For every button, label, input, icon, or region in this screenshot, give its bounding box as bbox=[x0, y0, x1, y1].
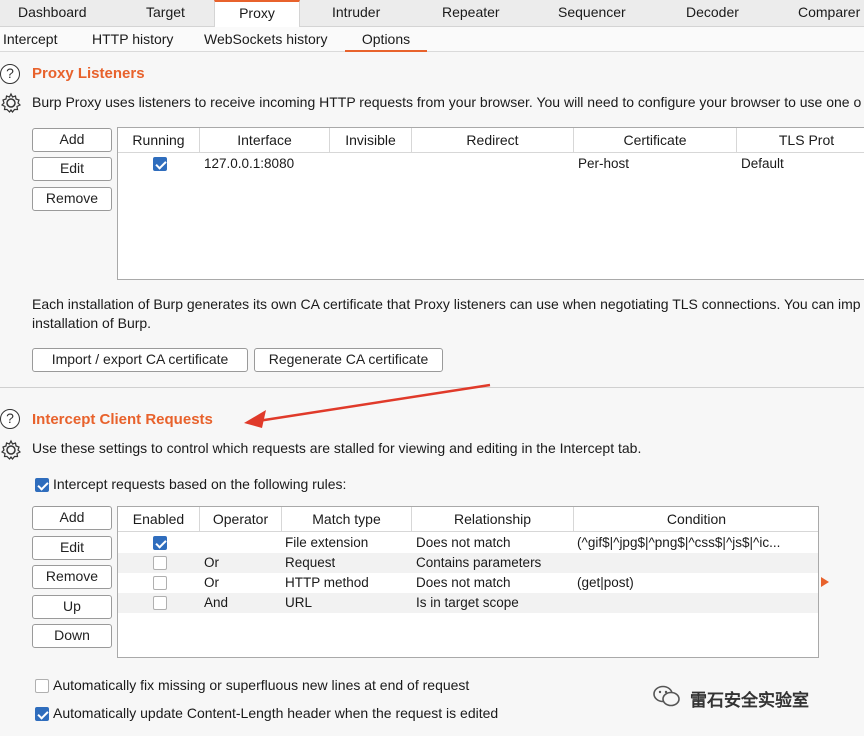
proxy-subtab-bar: Intercept HTTP history WebSockets histor… bbox=[0, 27, 864, 52]
rule-condition bbox=[577, 553, 817, 573]
column-header-interface[interactable]: Interface bbox=[200, 128, 330, 153]
tab-repeater[interactable]: Repeater bbox=[442, 0, 500, 27]
rule-enabled-checkbox[interactable] bbox=[153, 536, 167, 550]
listener-tls-protocols: Default bbox=[741, 156, 784, 171]
rule-relationship: Is in target scope bbox=[416, 595, 519, 610]
table-row[interactable]: 127.0.0.1:8080 Per-host Default bbox=[118, 154, 864, 175]
help-icon[interactable]: ? bbox=[0, 409, 20, 429]
rule-condition bbox=[577, 593, 817, 613]
intercept-rules-label: Intercept requests based on the followin… bbox=[53, 476, 347, 492]
proxy-listeners-title: Proxy Listeners bbox=[32, 65, 145, 82]
rule-operator: And bbox=[204, 595, 229, 610]
fix-newlines-checkbox[interactable] bbox=[35, 679, 49, 693]
intercept-rules-table[interactable]: Enabled Operator Match type Relationship… bbox=[117, 506, 819, 658]
rule-match-type: URL bbox=[285, 595, 313, 610]
rule-up-button[interactable]: Up bbox=[32, 595, 112, 619]
rule-down-button[interactable]: Down bbox=[32, 624, 112, 648]
column-header-invisible[interactable]: Invisible bbox=[330, 128, 412, 153]
rule-remove-button[interactable]: Remove bbox=[32, 565, 112, 589]
intercept-description: Use these settings to control which requ… bbox=[32, 440, 642, 456]
column-header-condition[interactable]: Condition bbox=[574, 507, 818, 532]
table-row[interactable]: And URL Is in target scope bbox=[118, 593, 818, 613]
listener-add-button[interactable]: Add bbox=[32, 128, 112, 152]
listener-remove-button[interactable]: Remove bbox=[32, 187, 112, 211]
subtab-intercept[interactable]: Intercept bbox=[3, 27, 57, 52]
rule-match-type: HTTP method bbox=[285, 575, 369, 590]
rule-enabled-checkbox[interactable] bbox=[153, 596, 167, 610]
fix-newlines-label: Automatically fix missing or superfluous… bbox=[53, 677, 470, 693]
watermark-text: 雷石安全实验室 bbox=[690, 691, 809, 711]
rule-relationship: Does not match bbox=[416, 575, 511, 590]
table-row[interactable]: Or HTTP method Does not match (get|post) bbox=[118, 573, 818, 593]
listeners-table[interactable]: Running Interface Invisible Redirect Cer… bbox=[117, 127, 864, 280]
rule-enabled-checkbox[interactable] bbox=[153, 576, 167, 590]
intercept-client-requests-title: Intercept Client Requests bbox=[32, 411, 213, 428]
rule-relationship: Contains parameters bbox=[416, 555, 542, 570]
settings-gear-icon[interactable] bbox=[0, 92, 22, 114]
tab-dashboard[interactable]: Dashboard bbox=[18, 0, 87, 27]
ca-certificate-text-continued: installation of Burp. bbox=[32, 315, 152, 331]
column-header-enabled[interactable]: Enabled bbox=[118, 507, 200, 532]
listener-certificate: Per-host bbox=[578, 156, 630, 171]
column-header-tls-protocols[interactable]: TLS Prot bbox=[737, 128, 864, 153]
table-row[interactable]: Or Request Contains parameters bbox=[118, 553, 818, 573]
running-checkbox[interactable] bbox=[153, 157, 167, 171]
tab-proxy[interactable]: Proxy bbox=[214, 0, 300, 28]
rule-add-button[interactable]: Add bbox=[32, 506, 112, 530]
listener-edit-button[interactable]: Edit bbox=[32, 157, 112, 181]
help-icon[interactable]: ? bbox=[0, 64, 20, 84]
settings-gear-icon[interactable] bbox=[0, 439, 22, 461]
column-header-match-type[interactable]: Match type bbox=[282, 507, 412, 532]
import-export-ca-button[interactable]: Import / export CA certificate bbox=[32, 348, 248, 372]
column-header-redirect[interactable]: Redirect bbox=[412, 128, 574, 153]
subtab-websockets-history[interactable]: WebSockets history bbox=[204, 27, 327, 52]
rule-enabled-checkbox[interactable] bbox=[153, 556, 167, 570]
tab-intruder[interactable]: Intruder bbox=[332, 0, 380, 27]
ca-certificate-text: Each installation of Burp generates its … bbox=[32, 296, 861, 312]
main-tab-bar: Dashboard Target Proxy Intruder Repeater… bbox=[0, 0, 864, 28]
update-content-length-label: Automatically update Content-Length head… bbox=[53, 705, 499, 721]
rule-relationship: Does not match bbox=[416, 535, 511, 550]
column-header-relationship[interactable]: Relationship bbox=[412, 507, 574, 532]
tab-decoder[interactable]: Decoder bbox=[686, 0, 739, 27]
listener-interface: 127.0.0.1:8080 bbox=[204, 156, 295, 171]
tab-target[interactable]: Target bbox=[146, 0, 185, 27]
wechat-logo-icon bbox=[653, 685, 680, 707]
subtab-options[interactable]: Options bbox=[345, 27, 427, 52]
rule-operator: Or bbox=[204, 575, 219, 590]
rule-condition: (get|post) bbox=[577, 575, 634, 590]
rule-match-type: File extension bbox=[285, 535, 369, 550]
expand-arrow-icon[interactable] bbox=[820, 576, 830, 588]
tab-sequencer[interactable]: Sequencer bbox=[558, 0, 626, 27]
subtab-http-history[interactable]: HTTP history bbox=[92, 27, 173, 52]
regenerate-ca-button[interactable]: Regenerate CA certificate bbox=[254, 348, 443, 372]
rule-condition: (^gif$|^jpg$|^png$|^css$|^js$|^ic... bbox=[577, 535, 781, 550]
column-header-running[interactable]: Running bbox=[118, 128, 200, 153]
update-content-length-checkbox[interactable] bbox=[35, 707, 49, 721]
rule-match-type: Request bbox=[285, 555, 336, 570]
annotation-arrow-icon bbox=[244, 383, 491, 428]
table-row[interactable]: File extension Does not match (^gif$|^jp… bbox=[118, 533, 818, 553]
column-header-operator[interactable]: Operator bbox=[200, 507, 282, 532]
rule-operator: Or bbox=[204, 555, 219, 570]
column-header-certificate[interactable]: Certificate bbox=[574, 128, 737, 153]
rule-edit-button[interactable]: Edit bbox=[32, 536, 112, 560]
tab-comparer[interactable]: Comparer bbox=[798, 0, 860, 27]
proxy-listeners-description: Burp Proxy uses listeners to receive inc… bbox=[32, 94, 862, 110]
intercept-rules-checkbox[interactable] bbox=[35, 478, 49, 492]
